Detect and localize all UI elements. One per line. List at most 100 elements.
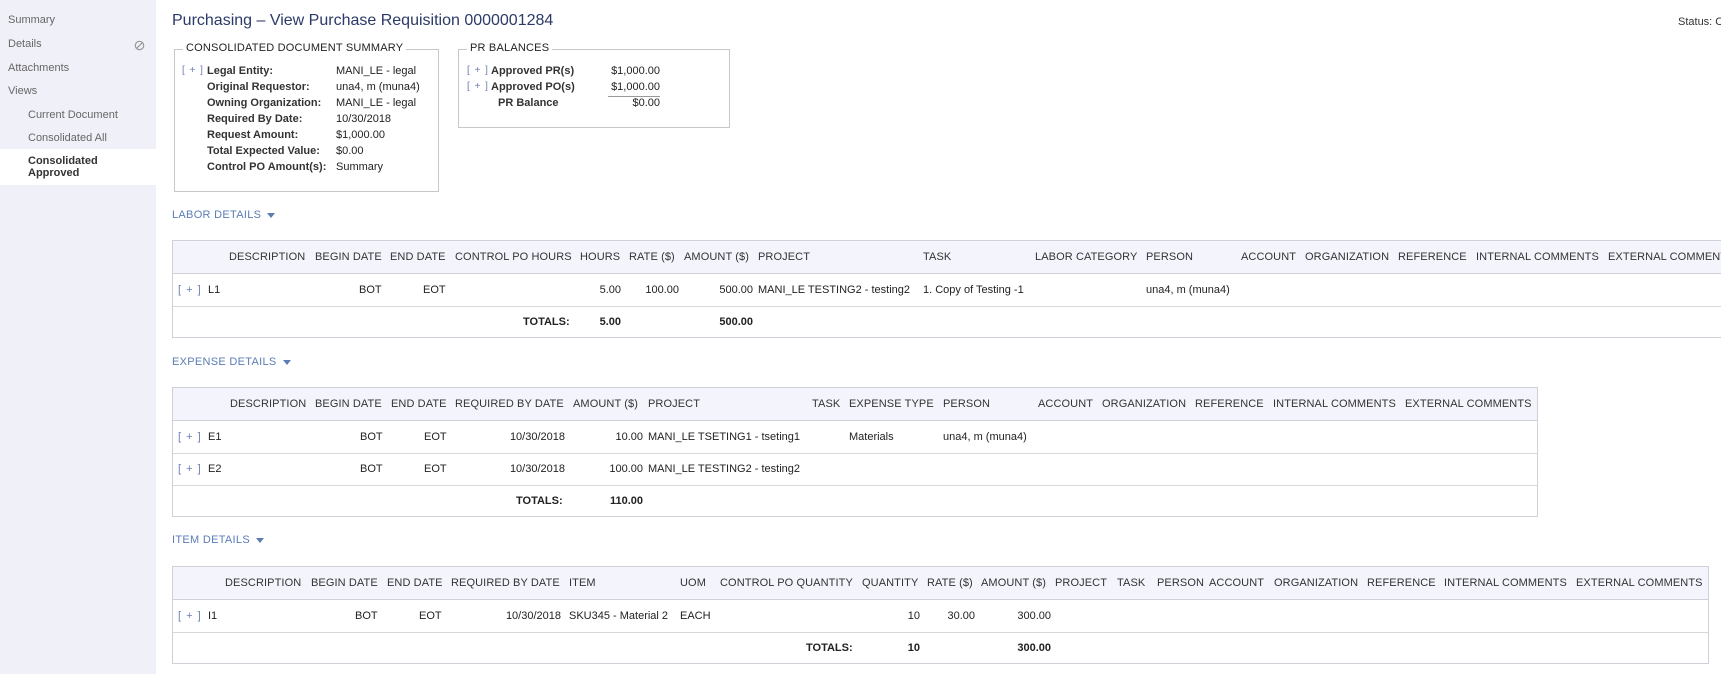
pr-balance-label: PR Balance xyxy=(498,97,559,109)
col-labor-category: LABOR CATEGORY xyxy=(1035,251,1138,263)
col-project: PROJECT xyxy=(1055,577,1108,589)
sidebar-item-views[interactable]: Views xyxy=(8,85,37,97)
ban-icon xyxy=(134,40,145,51)
cell-project: MANI_LE TESTING2 - testing2 xyxy=(648,463,801,475)
sidebar-item-current-document[interactable]: Current Document xyxy=(28,109,118,121)
expand-approved-pr-button[interactable]: [ + ] xyxy=(467,65,489,76)
cell-task: 1. Copy of Testing -1 xyxy=(923,284,1024,296)
col-external-comments: EXTERNAL COMMENTS xyxy=(1405,398,1532,410)
cell-rate: 30.00 xyxy=(947,610,975,622)
cell-description: I1 xyxy=(208,610,218,622)
cell-end-date: EOT xyxy=(424,463,447,475)
table-row: [ + ] L1 BOT EOT 5.00 100.00 500.00 MANI… xyxy=(173,274,1721,307)
original-requestor-value: una4, m (muna4) xyxy=(336,81,420,93)
col-control-po-quantity: CONTROL PO QUANTITY xyxy=(720,577,853,589)
cell-begin-date: BOT xyxy=(360,431,383,443)
col-person: PERSON xyxy=(943,398,991,410)
cell-description: E2 xyxy=(208,463,222,475)
col-person: PERSON xyxy=(1157,577,1205,589)
labor-details-toggle[interactable]: LABOR DETAILS xyxy=(172,209,276,221)
totals-row: TOTALS: 5.00 500.00 xyxy=(173,306,1721,338)
sidebar-item-summary[interactable]: Summary xyxy=(8,14,55,26)
expand-row-button[interactable]: [ + ] xyxy=(178,284,202,296)
col-account: ACCOUNT xyxy=(1038,398,1094,410)
col-reference: REFERENCE xyxy=(1367,577,1436,589)
col-begin-date: BEGIN DATE xyxy=(311,577,378,589)
col-uom: UOM xyxy=(680,577,706,589)
col-end-date: END DATE xyxy=(387,577,443,589)
expand-row-button[interactable]: [ + ] xyxy=(178,610,202,622)
col-amount: AMOUNT ($) xyxy=(981,577,1046,589)
col-begin-date: BEGIN DATE xyxy=(315,251,382,263)
legal-entity-label: Legal Entity: xyxy=(207,65,274,77)
col-begin-date: BEGIN DATE xyxy=(315,398,382,410)
expand-row-button[interactable]: [ + ] xyxy=(178,431,202,443)
control-po-amount-link[interactable]: Summary xyxy=(336,161,383,173)
col-end-date: END DATE xyxy=(391,398,447,410)
table-header: DESCRIPTION BEGIN DATE END DATE REQUIRED… xyxy=(173,388,1537,421)
item-details-toggle[interactable]: ITEM DETAILS xyxy=(172,534,264,546)
cell-rate: 100.00 xyxy=(645,284,679,296)
cell-uom: EACH xyxy=(680,610,711,622)
cell-end-date: EOT xyxy=(424,431,447,443)
expand-legal-entity-button[interactable]: [ + ] xyxy=(182,65,204,76)
table-row: [ + ] I1 BOT EOT 10/30/2018 SKU345 - Mat… xyxy=(173,600,1708,633)
sidebar-item-label: Consolidated Approved xyxy=(28,155,98,179)
chevron-down-icon xyxy=(255,537,264,543)
total-expected-value-label: Total Expected Value: xyxy=(207,145,320,157)
expand-approved-po-button[interactable]: [ + ] xyxy=(467,81,489,92)
totals-label: TOTALS: xyxy=(523,316,570,328)
total-amount: 500.00 xyxy=(719,316,753,328)
item-details-title: ITEM DETAILS xyxy=(172,534,250,546)
col-task: TASK xyxy=(923,251,952,263)
total-quantity: 10 xyxy=(907,642,920,654)
col-item: ITEM xyxy=(569,577,596,589)
cell-begin-date: BOT xyxy=(360,463,383,475)
col-rate: RATE ($) xyxy=(927,577,973,589)
expand-row-button[interactable]: [ + ] xyxy=(178,463,202,475)
col-amount: AMOUNT ($) xyxy=(684,251,749,263)
cell-person: una4, m (muna4) xyxy=(943,431,1027,443)
page-title: Purchasing – View Purchase Requisition 0… xyxy=(172,12,554,29)
col-account: ACCOUNT xyxy=(1241,251,1297,263)
sidebar: Summary Details Attachments Views Curren… xyxy=(0,0,156,674)
cell-begin-date: BOT xyxy=(359,284,382,296)
cell-amount: 100.00 xyxy=(609,463,643,475)
col-external-comments: EXTERNAL COMMENTS xyxy=(1576,577,1703,589)
approved-pr-value: $1,000.00 xyxy=(611,65,660,77)
col-task: TASK xyxy=(1117,577,1146,589)
request-amount-value: $1,000.00 xyxy=(336,129,385,141)
col-required-by-date: REQUIRED BY DATE xyxy=(451,577,560,589)
table-header: DESCRIPTION BEGIN DATE END DATE CONTROL … xyxy=(173,241,1721,274)
table-row: [ + ] E2 BOT EOT 10/30/2018 100.00 MANI_… xyxy=(173,453,1537,486)
col-task: TASK xyxy=(812,398,841,410)
col-project: PROJECT xyxy=(758,251,811,263)
cell-required-by-date: 10/30/2018 xyxy=(509,431,565,443)
totals-label: TOTALS: xyxy=(806,642,853,654)
cell-amount: 300.00 xyxy=(1017,610,1051,622)
col-description: DESCRIPTION xyxy=(229,251,306,263)
cell-quantity: 10 xyxy=(907,610,920,622)
col-organization: ORGANIZATION xyxy=(1102,398,1187,410)
labor-details-title: LABOR DETAILS xyxy=(172,209,262,221)
col-control-po-hours: CONTROL PO HOURS xyxy=(455,251,572,263)
sidebar-item-consolidated-all[interactable]: Consolidated All xyxy=(28,132,107,144)
cell-begin-date: BOT xyxy=(355,610,378,622)
sidebar-item-details[interactable]: Details xyxy=(8,38,42,50)
expense-details-title: EXPENSE DETAILS xyxy=(172,356,277,368)
cell-project: MANI_LE TESTING2 - testing2 xyxy=(758,284,911,296)
total-amount: 300.00 xyxy=(1017,642,1051,654)
approved-po-label: Approved PO(s) xyxy=(491,81,575,93)
total-expected-value-value: $0.00 xyxy=(336,145,364,157)
expense-details-toggle[interactable]: EXPENSE DETAILS xyxy=(172,356,291,368)
cell-item: SKU345 - Material 2 xyxy=(569,610,669,622)
legal-entity-value: MANI_LE - legal xyxy=(336,65,417,77)
col-hours: HOURS xyxy=(580,251,621,263)
sidebar-item-attachments[interactable]: Attachments xyxy=(8,62,69,74)
col-end-date: END DATE xyxy=(390,251,446,263)
cell-required-by-date: 10/30/2018 xyxy=(509,463,565,475)
status-label: Status: C xyxy=(1678,16,1721,28)
cell-description: E1 xyxy=(208,431,222,443)
col-description: DESCRIPTION xyxy=(230,398,307,410)
col-amount: AMOUNT ($) xyxy=(573,398,638,410)
